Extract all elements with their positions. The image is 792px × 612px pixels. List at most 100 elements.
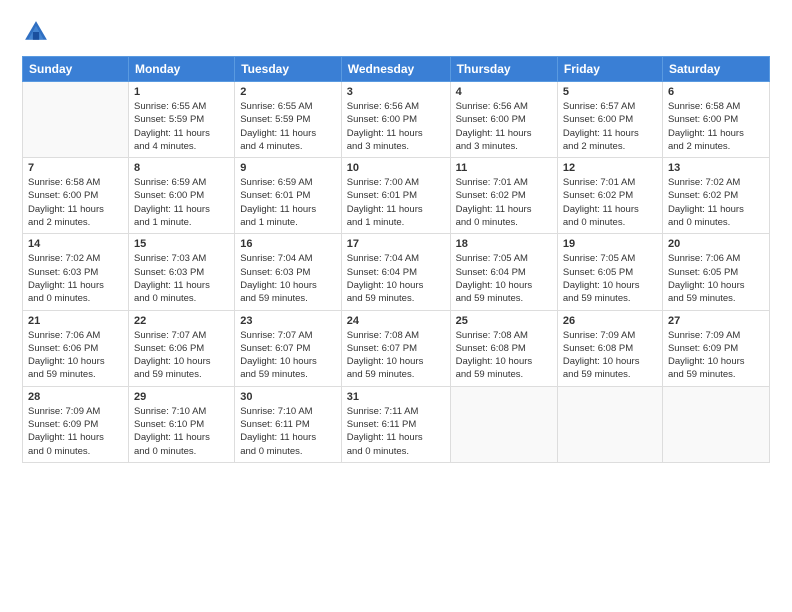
col-header-tuesday: Tuesday <box>235 57 342 82</box>
day-info: Sunrise: 6:56 AMSunset: 6:00 PMDaylight:… <box>456 100 552 153</box>
col-header-saturday: Saturday <box>662 57 769 82</box>
calendar-body: 1 Sunrise: 6:55 AMSunset: 5:59 PMDaylight… <box>23 82 770 463</box>
calendar-cell: 14 Sunrise: 7:02 AMSunset: 6:03 PMDayligh… <box>23 234 129 310</box>
calendar-cell: 21 Sunrise: 7:06 AMSunset: 6:06 PMDayligh… <box>23 310 129 386</box>
day-number: 16 <box>240 238 336 250</box>
day-number: 7 <box>28 162 123 174</box>
day-number: 27 <box>668 315 764 327</box>
day-info: Sunrise: 7:04 AMSunset: 6:03 PMDaylight:… <box>240 252 336 305</box>
day-info: Sunrise: 7:02 AMSunset: 6:02 PMDaylight:… <box>668 176 764 229</box>
day-info: Sunrise: 6:56 AMSunset: 6:00 PMDaylight:… <box>347 100 445 153</box>
calendar-cell: 16 Sunrise: 7:04 AMSunset: 6:03 PMDayligh… <box>235 234 342 310</box>
day-info: Sunrise: 7:01 AMSunset: 6:02 PMDaylight:… <box>456 176 552 229</box>
day-info: Sunrise: 7:07 AMSunset: 6:07 PMDaylight:… <box>240 329 336 382</box>
col-header-friday: Friday <box>557 57 662 82</box>
page: SundayMondayTuesdayWednesdayThursdayFrid… <box>0 0 792 612</box>
calendar-cell <box>23 82 129 158</box>
calendar-cell <box>450 386 557 462</box>
day-number: 23 <box>240 315 336 327</box>
calendar-cell: 30 Sunrise: 7:10 AMSunset: 6:11 PMDayligh… <box>235 386 342 462</box>
calendar-cell: 31Sunrise: 7:11 AMSunset: 6:11 PMDayligh… <box>341 386 450 462</box>
day-number: 1 <box>134 86 229 98</box>
col-header-sunday: Sunday <box>23 57 129 82</box>
day-info: Sunrise: 7:06 AMSunset: 6:06 PMDaylight:… <box>28 329 123 382</box>
calendar-cell: 20Sunrise: 7:06 AMSunset: 6:05 PMDayligh… <box>662 234 769 310</box>
day-number: 26 <box>563 315 657 327</box>
day-info: Sunrise: 6:57 AMSunset: 6:00 PMDaylight:… <box>563 100 657 153</box>
calendar-cell: 24Sunrise: 7:08 AMSunset: 6:07 PMDayligh… <box>341 310 450 386</box>
day-number: 19 <box>563 238 657 250</box>
day-info: Sunrise: 7:03 AMSunset: 6:03 PMDaylight:… <box>134 252 229 305</box>
day-info: Sunrise: 7:07 AMSunset: 6:06 PMDaylight:… <box>134 329 229 382</box>
calendar-cell: 6 Sunrise: 6:58 AMSunset: 6:00 PMDaylight… <box>662 82 769 158</box>
day-number: 10 <box>347 162 445 174</box>
day-info: Sunrise: 7:00 AMSunset: 6:01 PMDaylight:… <box>347 176 445 229</box>
day-info: Sunrise: 7:11 AMSunset: 6:11 PMDaylight:… <box>347 405 445 458</box>
day-info: Sunrise: 7:08 AMSunset: 6:08 PMDaylight:… <box>456 329 552 382</box>
day-info: Sunrise: 6:58 AMSunset: 6:00 PMDaylight:… <box>668 100 764 153</box>
calendar-header: SundayMondayTuesdayWednesdayThursdayFrid… <box>23 57 770 82</box>
logo <box>22 18 56 46</box>
day-number: 11 <box>456 162 552 174</box>
day-info: Sunrise: 6:55 AMSunset: 5:59 PMDaylight:… <box>134 100 229 153</box>
calendar-cell: 11 Sunrise: 7:01 AMSunset: 6:02 PMDayligh… <box>450 158 557 234</box>
calendar-cell: 18 Sunrise: 7:05 AMSunset: 6:04 PMDayligh… <box>450 234 557 310</box>
day-number: 21 <box>28 315 123 327</box>
day-info: Sunrise: 7:10 AMSunset: 6:11 PMDaylight:… <box>240 405 336 458</box>
day-info: Sunrise: 7:02 AMSunset: 6:03 PMDaylight:… <box>28 252 123 305</box>
calendar-cell: 28Sunrise: 7:09 AMSunset: 6:09 PMDayligh… <box>23 386 129 462</box>
col-header-wednesday: Wednesday <box>341 57 450 82</box>
calendar-cell: 29Sunrise: 7:10 AMSunset: 6:10 PMDayligh… <box>128 386 234 462</box>
day-number: 3 <box>347 86 445 98</box>
day-number: 18 <box>456 238 552 250</box>
day-info: Sunrise: 6:59 AMSunset: 6:00 PMDaylight:… <box>134 176 229 229</box>
day-number: 28 <box>28 391 123 403</box>
day-number: 4 <box>456 86 552 98</box>
day-number: 8 <box>134 162 229 174</box>
calendar-cell: 1 Sunrise: 6:55 AMSunset: 5:59 PMDaylight… <box>128 82 234 158</box>
calendar-cell: 19Sunrise: 7:05 AMSunset: 6:05 PMDayligh… <box>557 234 662 310</box>
calendar-cell <box>557 386 662 462</box>
week-row-5: 28Sunrise: 7:09 AMSunset: 6:09 PMDayligh… <box>23 386 770 462</box>
day-number: 30 <box>240 391 336 403</box>
calendar-cell: 15 Sunrise: 7:03 AMSunset: 6:03 PMDayligh… <box>128 234 234 310</box>
day-number: 20 <box>668 238 764 250</box>
calendar-cell: 13 Sunrise: 7:02 AMSunset: 6:02 PMDayligh… <box>662 158 769 234</box>
week-row-4: 21 Sunrise: 7:06 AMSunset: 6:06 PMDayligh… <box>23 310 770 386</box>
day-number: 5 <box>563 86 657 98</box>
day-info: Sunrise: 7:09 AMSunset: 6:09 PMDaylight:… <box>668 329 764 382</box>
calendar-table: SundayMondayTuesdayWednesdayThursdayFrid… <box>22 56 770 463</box>
calendar-cell: 27 Sunrise: 7:09 AMSunset: 6:09 PMDayligh… <box>662 310 769 386</box>
day-number: 24 <box>347 315 445 327</box>
calendar-cell: 25 Sunrise: 7:08 AMSunset: 6:08 PMDayligh… <box>450 310 557 386</box>
day-info: Sunrise: 7:05 AMSunset: 6:04 PMDaylight:… <box>456 252 552 305</box>
calendar-cell: 3 Sunrise: 6:56 AMSunset: 6:00 PMDaylight… <box>341 82 450 158</box>
day-number: 6 <box>668 86 764 98</box>
calendar-cell: 8 Sunrise: 6:59 AMSunset: 6:00 PMDaylight… <box>128 158 234 234</box>
day-number: 15 <box>134 238 229 250</box>
day-info: Sunrise: 6:58 AMSunset: 6:00 PMDaylight:… <box>28 176 123 229</box>
calendar-cell: 10 Sunrise: 7:00 AMSunset: 6:01 PMDayligh… <box>341 158 450 234</box>
day-info: Sunrise: 7:04 AMSunset: 6:04 PMDaylight:… <box>347 252 445 305</box>
day-number: 29 <box>134 391 229 403</box>
calendar-cell: 9Sunrise: 6:59 AMSunset: 6:01 PMDaylight… <box>235 158 342 234</box>
day-info: Sunrise: 7:09 AMSunset: 6:08 PMDaylight:… <box>563 329 657 382</box>
day-number: 25 <box>456 315 552 327</box>
day-number: 14 <box>28 238 123 250</box>
calendar-cell: 4 Sunrise: 6:56 AMSunset: 6:00 PMDaylight… <box>450 82 557 158</box>
calendar-cell: 26 Sunrise: 7:09 AMSunset: 6:08 PMDayligh… <box>557 310 662 386</box>
week-row-3: 14 Sunrise: 7:02 AMSunset: 6:03 PMDayligh… <box>23 234 770 310</box>
day-number: 12 <box>563 162 657 174</box>
calendar-cell <box>662 386 769 462</box>
day-number: 13 <box>668 162 764 174</box>
header <box>22 18 770 46</box>
col-header-thursday: Thursday <box>450 57 557 82</box>
calendar-cell: 7 Sunrise: 6:58 AMSunset: 6:00 PMDaylight… <box>23 158 129 234</box>
day-number: 9 <box>240 162 336 174</box>
calendar-cell: 5 Sunrise: 6:57 AMSunset: 6:00 PMDaylight… <box>557 82 662 158</box>
day-info: Sunrise: 6:55 AMSunset: 5:59 PMDaylight:… <box>240 100 336 153</box>
calendar-cell: 22Sunrise: 7:07 AMSunset: 6:06 PMDayligh… <box>128 310 234 386</box>
calendar-cell: 23 Sunrise: 7:07 AMSunset: 6:07 PMDayligh… <box>235 310 342 386</box>
week-row-1: 1 Sunrise: 6:55 AMSunset: 5:59 PMDaylight… <box>23 82 770 158</box>
calendar-cell: 12Sunrise: 7:01 AMSunset: 6:02 PMDayligh… <box>557 158 662 234</box>
